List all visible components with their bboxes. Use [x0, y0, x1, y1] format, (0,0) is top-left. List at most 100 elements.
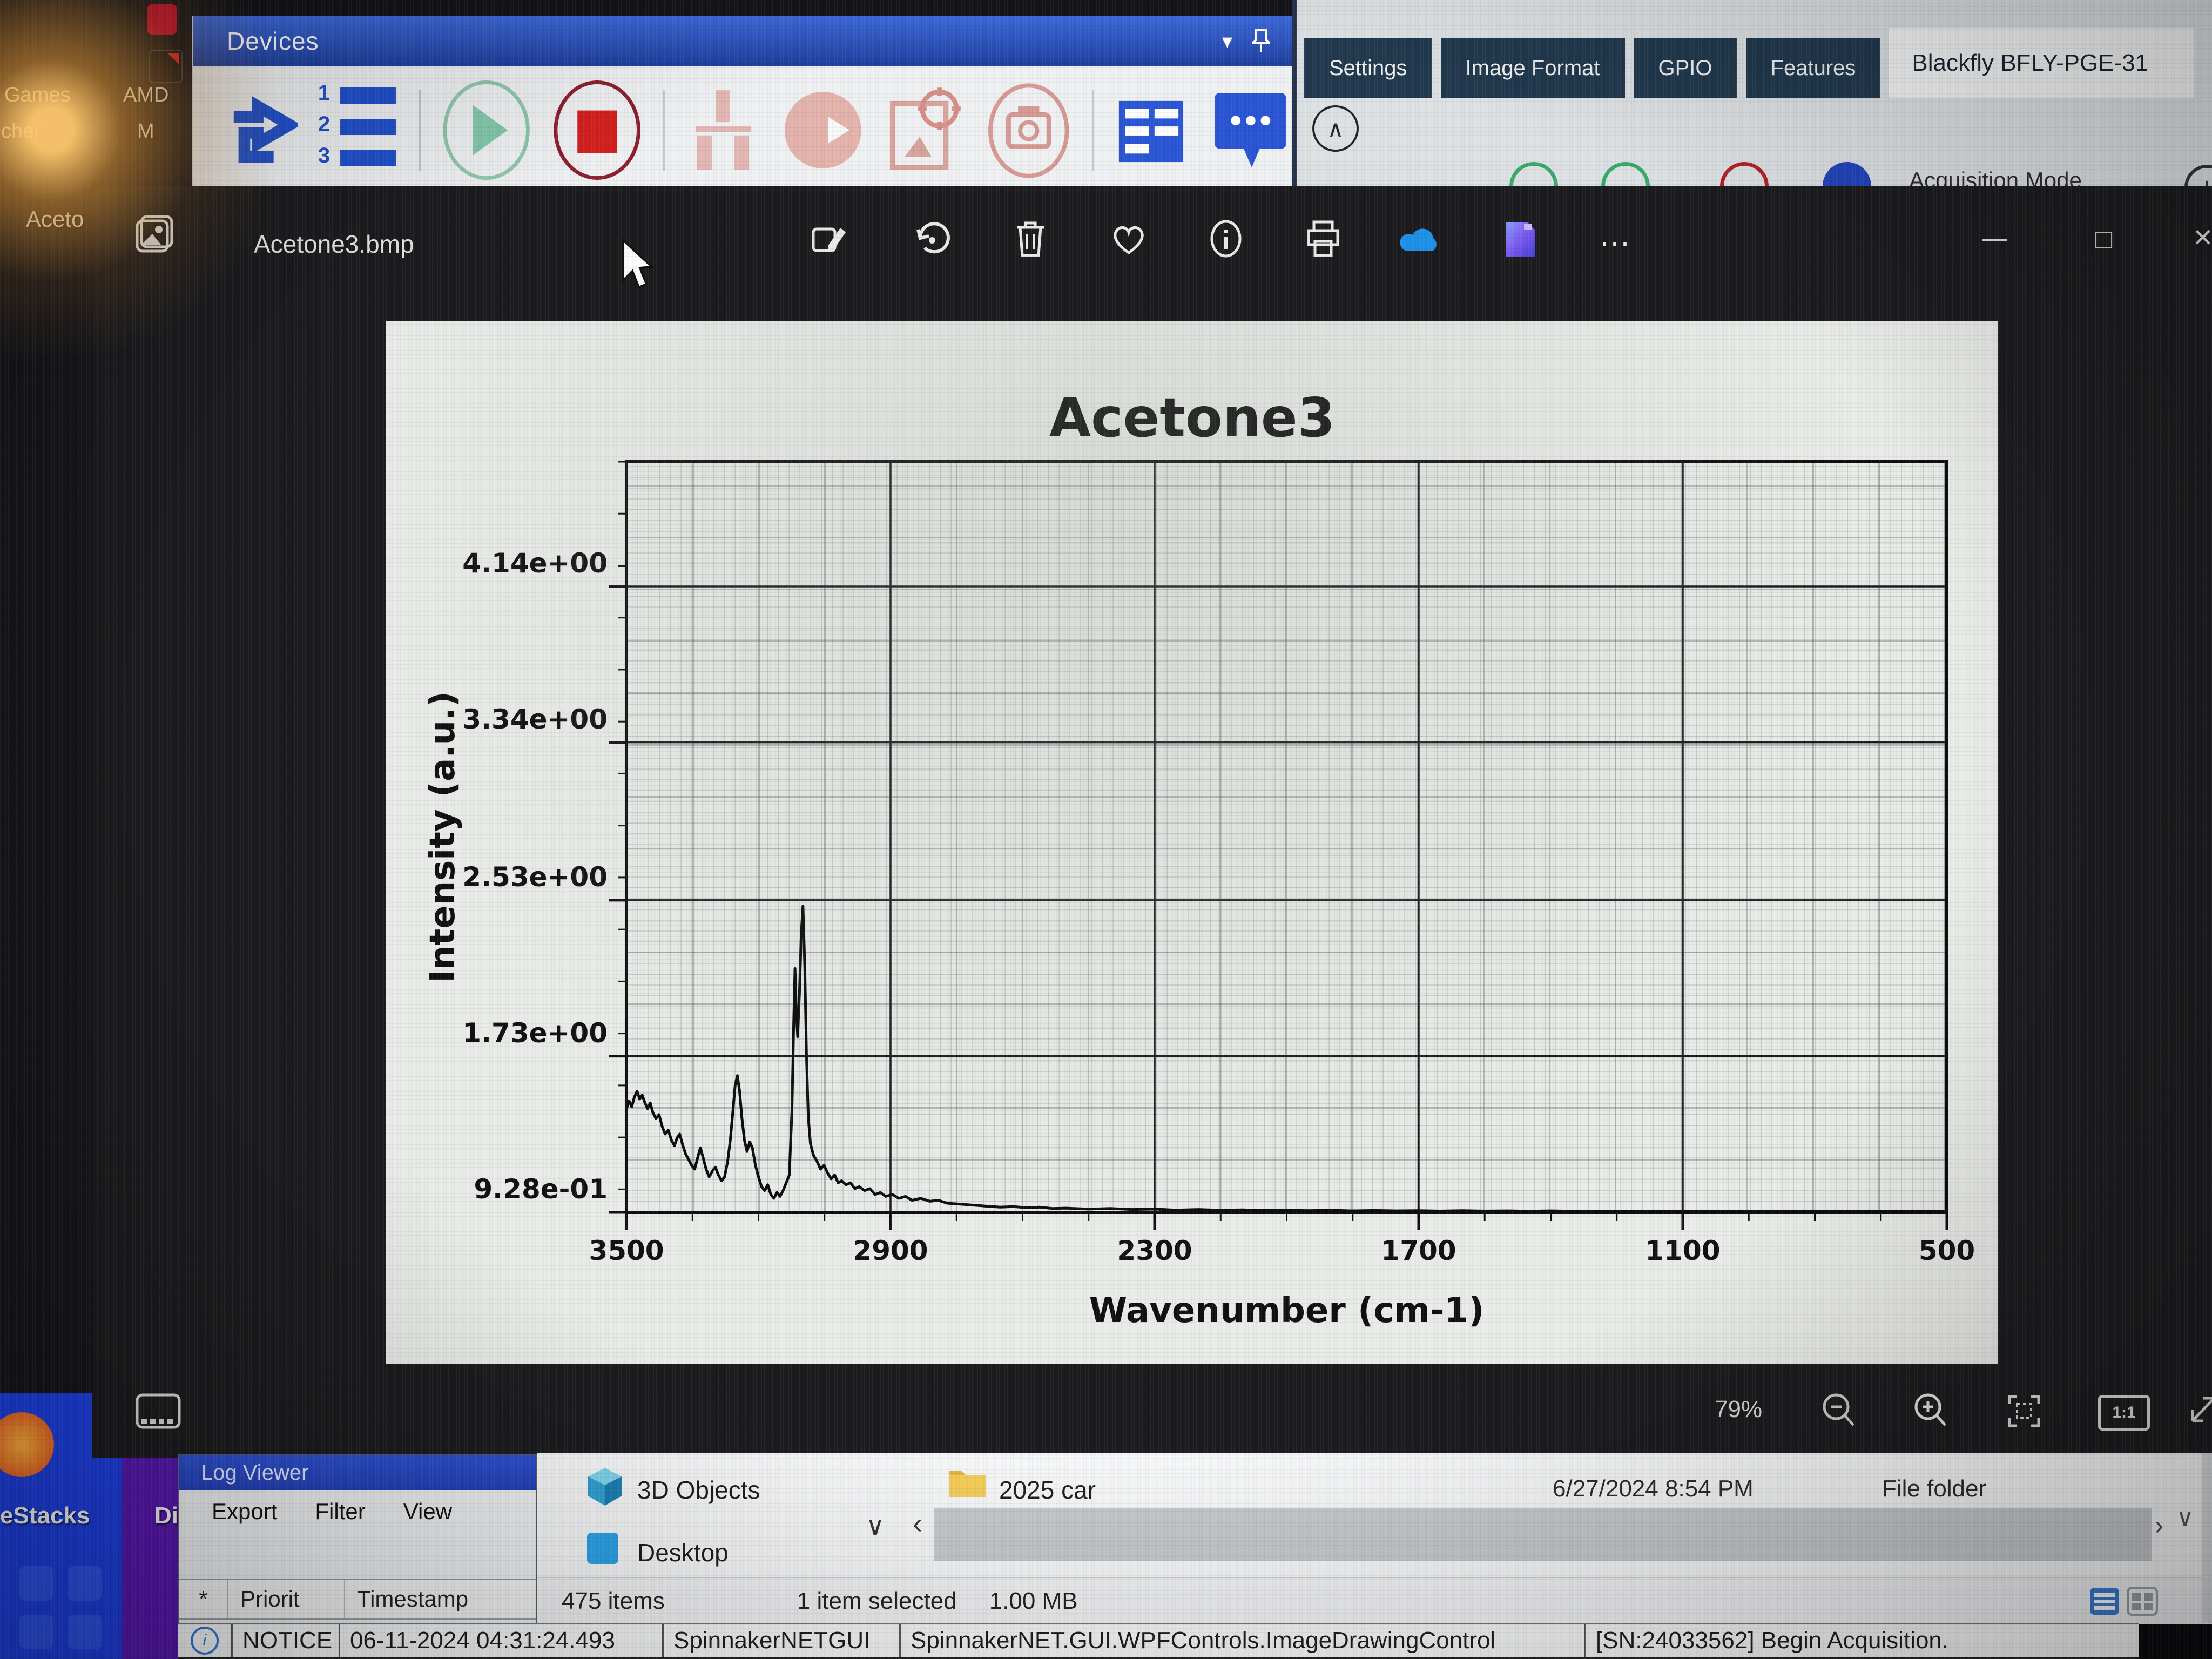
- fullscreen-icon[interactable]: [2187, 1391, 2212, 1428]
- menu-filter[interactable]: Filter: [315, 1499, 365, 1525]
- toolbar-separator: [419, 90, 421, 171]
- list-bar: [340, 150, 396, 166]
- spectrum-plot: [602, 437, 1971, 1237]
- maximize-button[interactable]: □: [2095, 223, 2112, 255]
- selection-count: 1 item selected: [797, 1588, 957, 1615]
- properties-list-button[interactable]: [1115, 90, 1192, 171]
- camera-settings-button[interactable]: [986, 83, 1071, 178]
- log-source-cell: SpinnakerNETGUI: [664, 1624, 901, 1657]
- scroll-left-chevron-icon[interactable]: ‹: [913, 1507, 922, 1540]
- list-number: 2: [318, 112, 330, 137]
- info-icon[interactable]: [1207, 219, 1245, 259]
- explorer-item-3d-objects[interactable]: 3D Objects: [637, 1475, 760, 1505]
- column-star[interactable]: *: [179, 1580, 228, 1618]
- yellow-folder-icon: [947, 1464, 988, 1499]
- collapse-group-chevron-icon[interactable]: ∨: [866, 1511, 885, 1541]
- print-icon[interactable]: [1304, 219, 1342, 259]
- x-tick-label: 3500: [583, 1235, 670, 1266]
- onedrive-cloud-icon[interactable]: [1399, 223, 1443, 257]
- scroll-right-chevron-icon[interactable]: ›: [2155, 1511, 2163, 1541]
- file-explorer-pane: 3D Objects Desktop 2025 car 6/27/2024 8:…: [537, 1453, 2212, 1623]
- acetone3-bmp-image[interactable]: Acetone3 35002900230017001100500 4.14e+0…: [386, 321, 1998, 1364]
- vertical-scrollbar[interactable]: [2202, 1453, 2212, 1623]
- photos-gallery-icon[interactable]: [134, 213, 176, 255]
- amd-software-icon[interactable]: [149, 50, 183, 83]
- edit-image-icon[interactable]: [810, 221, 848, 259]
- explorer-item-type: File folder: [1882, 1475, 1986, 1502]
- desktop-icon-label-m[interactable]: M: [137, 120, 154, 143]
- y-tick-label: 1.73e+00: [419, 1017, 608, 1049]
- log-viewer-titlebar[interactable]: Log Viewer: [179, 1455, 536, 1490]
- menu-export[interactable]: Export: [212, 1499, 277, 1525]
- rgb-software-icon[interactable]: [147, 4, 177, 35]
- tab-features[interactable]: Features: [1746, 38, 1881, 98]
- image-settings-button[interactable]: [886, 84, 966, 176]
- log-columns-header: * Priorit Timestamp: [179, 1579, 536, 1620]
- desktop-icon-label-launcher[interactable]: cher: [1, 120, 41, 143]
- tab-gpio[interactable]: GPIO: [1634, 38, 1737, 98]
- panel-splitter[interactable]: [1292, 0, 1297, 194]
- more-options-icon[interactable]: …: [1599, 216, 1634, 253]
- start-acquisition-button[interactable]: [441, 80, 531, 180]
- devices-dropdown-icon[interactable]: ▾: [1222, 29, 1232, 53]
- delete-icon[interactable]: [1013, 219, 1048, 259]
- info-circle-icon: i: [191, 1627, 219, 1655]
- mouse-cursor: [618, 238, 662, 298]
- pin-icon[interactable]: [1252, 28, 1270, 54]
- actual-size-icon[interactable]: 1:1: [2098, 1395, 2150, 1431]
- list-number: 1: [318, 81, 330, 105]
- tab-image-format[interactable]: Image Format: [1441, 38, 1625, 98]
- desktop-icon-label-amd[interactable]: AMD: [123, 84, 168, 107]
- device-tree-button[interactable]: [685, 84, 760, 176]
- column-priority[interactable]: Priorit: [228, 1580, 345, 1618]
- toolbar-separator: [663, 90, 665, 171]
- push-settings-button[interactable]: [780, 87, 866, 173]
- explorer-item-desktop[interactable]: Desktop: [637, 1538, 729, 1567]
- fit-to-window-icon[interactable]: [2006, 1393, 2042, 1429]
- toolbar-separator: [1092, 90, 1094, 171]
- tab-settings[interactable]: Settings: [1304, 38, 1432, 98]
- desktop-icon-label-games[interactable]: Games: [4, 84, 70, 107]
- favorite-heart-icon[interactable]: [1110, 221, 1148, 257]
- devices-toolbar: 1 2 3: [193, 66, 1292, 194]
- thumbnail-view-toggle-icon[interactable]: [2127, 1586, 2158, 1617]
- log-info-cell: i: [178, 1624, 233, 1657]
- export-image-button[interactable]: [226, 87, 298, 173]
- photos-window-title: Acetone3.bmp: [254, 230, 414, 259]
- filmstrip-icon[interactable]: [135, 1391, 181, 1432]
- details-view-toggle-icon[interactable]: [2089, 1586, 2120, 1617]
- photographed-monitor-scene: { "icons": { "dropdown": "▾", "minimize"…: [0, 0, 2212, 1659]
- y-tick-label: 4.14e+00: [419, 548, 608, 579]
- y-tick-label: 9.28e-01: [419, 1174, 608, 1205]
- minimize-button[interactable]: —: [1982, 223, 2007, 252]
- explorer-item-2025-car[interactable]: 2025 car: [999, 1475, 1096, 1505]
- items-count: 475 items: [562, 1588, 665, 1615]
- y-axis-title: Intensity (a.u.): [423, 691, 463, 982]
- rotate-icon[interactable]: [913, 219, 952, 261]
- 3d-objects-icon: [586, 1465, 624, 1508]
- x-axis-title: Wavenumber (cm-1): [626, 1291, 1947, 1331]
- collapse-section-button[interactable]: ∧: [1312, 105, 1359, 152]
- stop-acquisition-button[interactable]: [552, 80, 642, 180]
- pane-chevron-icon[interactable]: ∨: [2176, 1504, 2194, 1532]
- horizontal-scrollbar[interactable]: [934, 1508, 2152, 1561]
- log-entry-row[interactable]: i NOTICE 06-11-2024 04:31:24.493 Spinnak…: [178, 1623, 2139, 1659]
- x-tick-label: 500: [1904, 1235, 1990, 1266]
- bottom-windows-strip: Log Viewer Export Filter View * Priorit …: [0, 1453, 2212, 1659]
- clipchamp-icon[interactable]: [1501, 218, 1539, 261]
- log-message-button[interactable]: [1212, 87, 1292, 173]
- list-bar: [340, 87, 396, 104]
- column-timestamp[interactable]: Timestamp: [345, 1580, 536, 1618]
- menu-view[interactable]: View: [403, 1499, 452, 1525]
- devices-panel-header[interactable]: Devices ▾: [193, 16, 1292, 66]
- zoom-out-icon[interactable]: [1820, 1391, 1858, 1432]
- x-tick-label: 2900: [847, 1235, 934, 1266]
- log-timestamp-cell: 06-11-2024 04:31:24.493: [340, 1624, 664, 1657]
- desktop-icon-label-aceto[interactable]: Aceto: [26, 206, 84, 232]
- desktop-folder-icon: [587, 1533, 618, 1564]
- zoom-in-icon[interactable]: [1912, 1391, 1950, 1432]
- numbered-list-button[interactable]: 1 2 3: [318, 84, 398, 176]
- spinnaker-tabs: Settings Image Format GPIO Features Blac…: [1304, 28, 2194, 98]
- close-button[interactable]: ✕: [2193, 223, 2212, 252]
- tab-blackfly-active[interactable]: Blackfly BFLY-PGE-31: [1889, 28, 2194, 98]
